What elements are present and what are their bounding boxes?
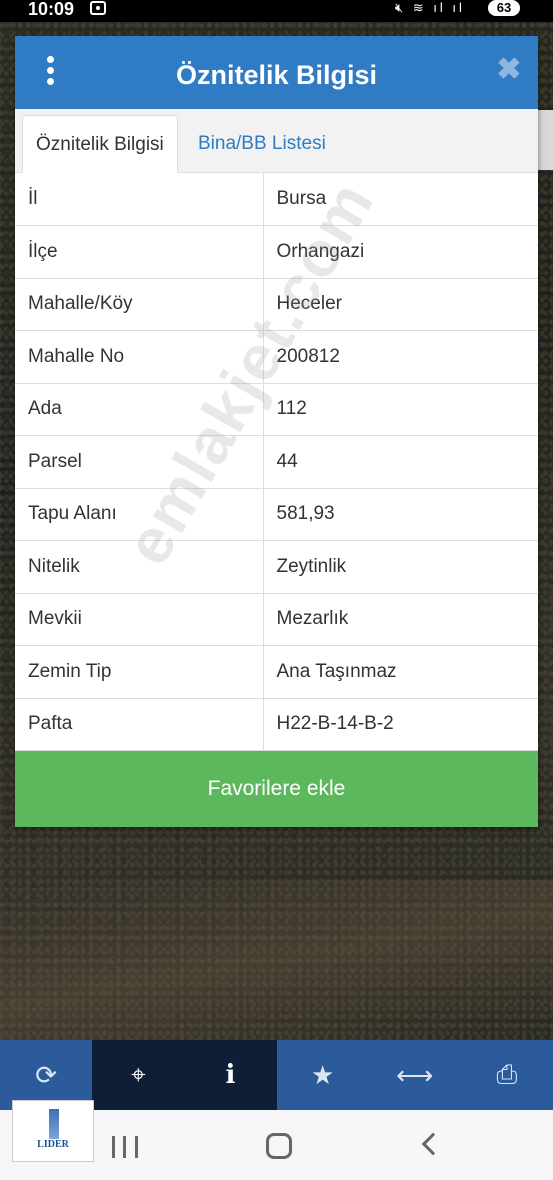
row-key: Parsel xyxy=(15,435,264,489)
row-value: Ana Taşınmaz xyxy=(263,645,538,699)
close-icon[interactable]: ✖ xyxy=(495,55,523,85)
screen-record-icon xyxy=(90,1,106,15)
table-row: İl Bursa xyxy=(15,173,538,226)
table-row: İlçe Orhangazi xyxy=(15,225,538,279)
measure-icon[interactable]: ⟷ xyxy=(369,1040,461,1110)
row-value: H22-B-14-B-2 xyxy=(263,698,538,751)
back-button[interactable] xyxy=(421,1132,445,1156)
tab-building-list[interactable]: Bina/BB Listesi xyxy=(185,115,339,173)
table-row: Nitelik Zeytinlik xyxy=(15,540,538,594)
attribute-info-dialog: Öznitelik Bilgisi ✖ Öznitelik Bilgisi Bi… xyxy=(15,36,538,827)
map-terrain-overlay xyxy=(0,880,553,1040)
row-value: 112 xyxy=(263,383,538,436)
logo-tower-icon xyxy=(49,1109,59,1139)
tab-attribute-info[interactable]: Öznitelik Bilgisi xyxy=(22,115,178,173)
battery-indicator: 63 xyxy=(488,0,520,16)
row-key: Mahalle No xyxy=(15,330,264,384)
recents-button[interactable] xyxy=(112,1136,138,1158)
lider-logo: LIDER xyxy=(12,1100,94,1162)
info-icon[interactable]: i xyxy=(184,1040,277,1110)
print-icon[interactable]: ⎙ xyxy=(461,1040,553,1110)
row-key: Mahalle/Köy xyxy=(15,278,264,331)
row-key: Zemin Tip xyxy=(15,645,264,699)
row-value: 200812 xyxy=(263,330,538,384)
status-bar: 10:09 🔇︎ ≋ ıl ıl 63 xyxy=(0,0,553,22)
row-value: Orhangazi xyxy=(263,225,538,279)
row-key: İl xyxy=(15,173,264,226)
row-key: İlçe xyxy=(15,225,264,279)
table-row: Tapu Alanı 581,93 xyxy=(15,488,538,541)
row-value: Zeytinlik xyxy=(263,540,538,594)
row-key: Tapu Alanı xyxy=(15,488,264,541)
star-icon[interactable]: ★ xyxy=(277,1040,369,1110)
table-row: Parsel 44 xyxy=(15,435,538,489)
table-row: Ada 112 xyxy=(15,383,538,436)
add-to-favorites-button[interactable]: Favorilere ekle xyxy=(15,751,538,827)
row-value: Bursa xyxy=(263,173,538,226)
table-row: Zemin Tip Ana Taşınmaz xyxy=(15,645,538,699)
row-value: 581,93 xyxy=(263,488,538,541)
status-time: 10:09 xyxy=(28,0,75,19)
table-row: Pafta H22-B-14-B-2 xyxy=(15,698,538,751)
row-key: Nitelik xyxy=(15,540,264,594)
attribute-table: İl Bursa İlçe Orhangazi Mahalle/Köy Heceler… xyxy=(15,173,538,751)
logo-text: LIDER xyxy=(37,1139,69,1150)
crosshair-icon[interactable]: ⌖ xyxy=(92,1040,185,1110)
row-value: Heceler xyxy=(263,278,538,331)
row-key: Ada xyxy=(15,383,264,436)
dialog-title: Öznitelik Bilgisi xyxy=(175,60,378,90)
row-key: Pafta xyxy=(15,698,264,751)
table-row: Mevkii Mezarlık xyxy=(15,593,538,646)
home-button[interactable] xyxy=(266,1133,292,1159)
dialog-tabs: Öznitelik Bilgisi Bina/BB Listesi xyxy=(15,109,538,173)
signal-icons: 🔇︎ ≋ ıl ıl xyxy=(395,0,465,15)
table-row: Mahalle/Köy Heceler xyxy=(15,278,538,331)
row-value: 44 xyxy=(263,435,538,489)
row-key: Mevkii xyxy=(15,593,264,646)
table-row: Mahalle No 200812 xyxy=(15,330,538,384)
dialog-header: Öznitelik Bilgisi ✖ xyxy=(15,36,538,109)
row-value: Mezarlık xyxy=(263,593,538,646)
